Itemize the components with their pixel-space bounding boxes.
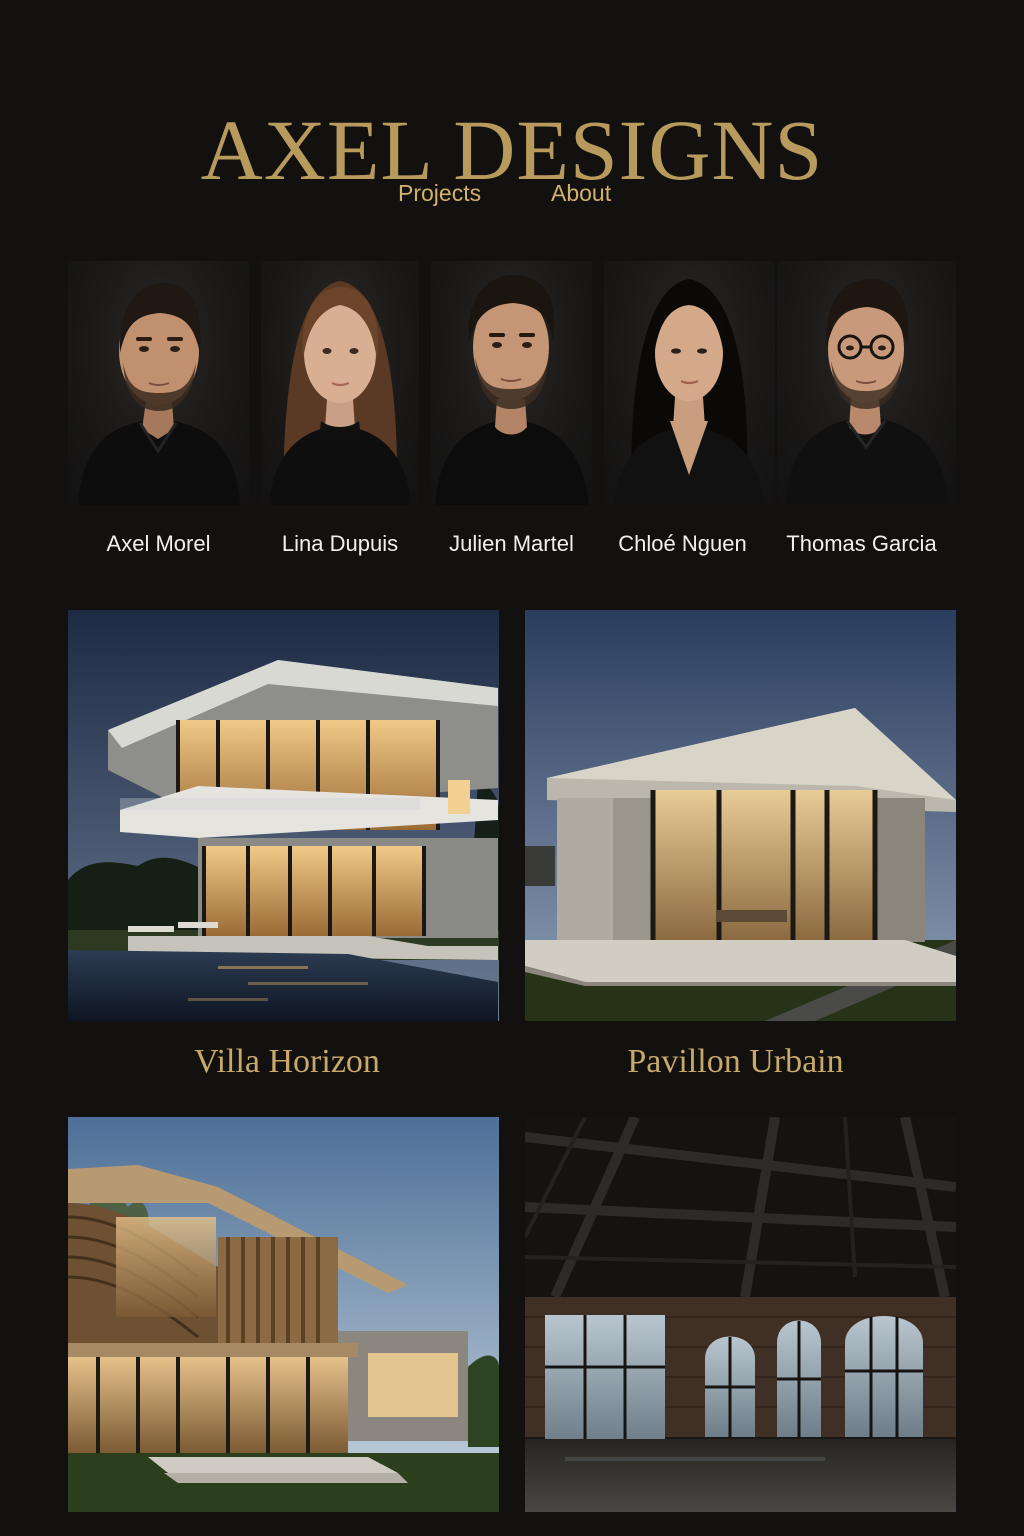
portrait-photo <box>435 274 589 505</box>
project-title[interactable]: Villa Horizon <box>68 1040 506 1084</box>
team-portrait-axel-morel[interactable] <box>68 261 249 505</box>
team-member-name: Thomas Garcia <box>786 531 937 556</box>
portrait-photo <box>785 279 949 505</box>
portrait-photo <box>78 283 240 505</box>
project-photo <box>68 610 499 1021</box>
project-title[interactable]: Pavillon Urbain <box>525 1040 946 1084</box>
team-member-name: Axel Morel <box>106 531 211 556</box>
team-portrait-lina-dupuis[interactable] <box>261 261 419 505</box>
project-image-pavillon-urbain[interactable] <box>525 610 956 1021</box>
main-nav: Projects About <box>0 176 1024 210</box>
portrait-photo <box>269 281 411 505</box>
nav-link-projects[interactable]: Projects <box>398 176 481 210</box>
team-member-name: Chloé Nguen <box>618 531 747 556</box>
project-image-villa-horizon[interactable] <box>68 610 499 1021</box>
team-portrait-julien-martel[interactable] <box>431 261 592 505</box>
portrait-photo <box>614 279 764 505</box>
team-member-name: Julien Martel <box>449 531 574 556</box>
project-photo <box>525 610 956 1021</box>
team-portrait-chloe-nguen[interactable] <box>604 261 775 505</box>
project-image-industrial-loft[interactable] <box>525 1117 956 1512</box>
team-member-name: Lina Dupuis <box>281 531 399 556</box>
team-portrait-thomas-garcia[interactable] <box>777 261 956 505</box>
project-image-curved-facade[interactable] <box>68 1117 499 1512</box>
project-photo <box>525 1117 956 1512</box>
project-photo <box>68 1117 499 1512</box>
nav-link-about[interactable]: About <box>551 176 611 210</box>
